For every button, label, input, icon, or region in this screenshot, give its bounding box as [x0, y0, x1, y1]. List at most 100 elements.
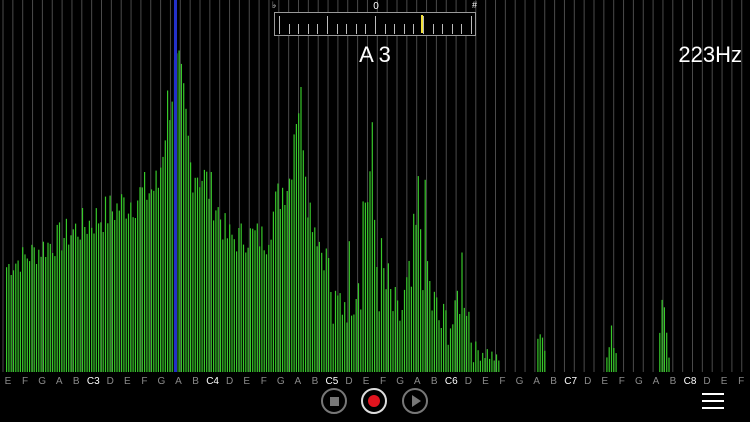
- spectrum-bar: [371, 122, 373, 372]
- spectrum-bar: [659, 332, 661, 372]
- spectrum-bar: [348, 241, 350, 372]
- stop-icon: [329, 396, 339, 406]
- spectrum-bar: [164, 140, 166, 372]
- record-button[interactable]: [361, 388, 387, 414]
- tuner-tick: [413, 24, 415, 34]
- spectrum-bar: [429, 281, 431, 372]
- spectrum-bar: [663, 307, 665, 372]
- spectrum-bar: [199, 187, 201, 372]
- spectrum-bar: [38, 249, 40, 372]
- spectrum-bar: [272, 211, 274, 372]
- spectrum-bar: [88, 220, 90, 372]
- spectrum-bar: [270, 239, 272, 372]
- spectrum-bar: [104, 196, 107, 372]
- spectrum-bar: [666, 332, 668, 372]
- spectrum-bar: [311, 232, 314, 372]
- spectrum-bar: [449, 328, 452, 372]
- spectrum-bar: [45, 257, 47, 372]
- spectrum-bar: [208, 198, 210, 372]
- spectrum-bar: [355, 299, 357, 372]
- spectrum-bar: [229, 224, 231, 372]
- spectrum-bar: [445, 310, 447, 372]
- spectrum-bar: [489, 358, 491, 372]
- spectrum-bar: [364, 202, 366, 372]
- spectrum-bar: [24, 254, 26, 372]
- tuner-tick: [346, 24, 348, 34]
- spectrum-bar: [171, 101, 173, 372]
- spectrum-bar: [541, 337, 544, 372]
- spectrum-bar: [49, 243, 51, 372]
- spectrum-bar: [194, 177, 196, 372]
- spectrum-bar: [245, 252, 247, 372]
- stop-button[interactable]: [321, 388, 347, 414]
- menu-button[interactable]: [702, 393, 724, 411]
- spectrum-bar: [98, 223, 100, 372]
- spectrum-bar: [134, 218, 136, 372]
- spectrum-bar: [58, 222, 61, 372]
- spectrum-bar: [222, 239, 224, 372]
- spectrum-bar: [403, 289, 406, 372]
- spectrum-bar: [286, 191, 288, 372]
- spectrum-bar: [438, 320, 440, 372]
- tuner-tick: [288, 24, 290, 34]
- spectrum-bar: [118, 210, 120, 372]
- spectrum-bar: [291, 179, 293, 372]
- spectrum-bar: [238, 228, 240, 372]
- spectrum-bar: [185, 108, 187, 373]
- spectrum-bar: [284, 205, 286, 372]
- tuner-tick: [375, 16, 376, 34]
- spectrum-bar: [141, 187, 143, 372]
- spectrum-bar: [413, 213, 415, 372]
- spectrum-bar: [160, 167, 162, 372]
- spectrum-bar: [334, 290, 337, 372]
- spectrum-bar: [178, 50, 180, 372]
- spectrum-bar: [180, 63, 182, 373]
- spectrum-bar: [615, 353, 617, 372]
- spectrum-bar: [107, 223, 109, 372]
- spectrum-bar: [314, 227, 316, 372]
- spectrum-bar: [275, 191, 277, 372]
- spectrum-bar: [114, 220, 116, 372]
- spectrum-bar: [183, 83, 185, 372]
- spectrum-bar: [201, 180, 203, 372]
- spectrum-bar: [539, 334, 541, 372]
- spectrum-bar: [367, 202, 369, 372]
- spectrum-bar: [385, 289, 387, 372]
- tuner-tick: [471, 16, 472, 34]
- spectrum-bar: [383, 268, 385, 372]
- spectrum-bar: [215, 210, 217, 372]
- spectrum-bar: [84, 227, 86, 372]
- spectrum-bar: [61, 250, 63, 372]
- spectrum-bar: [309, 202, 311, 372]
- spectrum-bar: [300, 87, 302, 372]
- spectrum-bar: [420, 229, 422, 372]
- flat-symbol: ♭: [272, 0, 277, 10]
- tuner-tick: [442, 24, 444, 34]
- spectrum-bar: [337, 295, 339, 372]
- spectrum-bar: [378, 311, 380, 372]
- spectrum-bar: [461, 252, 463, 372]
- tuner-zero-label: 0: [373, 1, 379, 12]
- spectrum-bar: [93, 233, 95, 372]
- spectrum-bar: [387, 263, 389, 372]
- spectrum-bar: [390, 289, 392, 372]
- spectrum-bar: [77, 236, 79, 372]
- peak-marker: [174, 0, 177, 372]
- play-button[interactable]: [402, 388, 428, 414]
- tuner-tick: [394, 24, 396, 34]
- spectrum-bar: [79, 239, 81, 372]
- spectrum-bar: [456, 290, 458, 372]
- spectrum-bar: [167, 90, 169, 372]
- spectrum-bar: [29, 261, 31, 372]
- spectrum-bar: [68, 244, 70, 372]
- spectrum-bar: [608, 347, 610, 372]
- spectrum-bar: [10, 275, 12, 372]
- spectrum-bar: [31, 244, 33, 372]
- spectrum-bar: [410, 286, 412, 372]
- play-icon: [412, 395, 421, 407]
- spectrum-bar: [226, 238, 228, 372]
- spectrum-bar: [277, 183, 279, 372]
- spectrum-bar: [219, 219, 222, 372]
- spectrum-bar: [155, 170, 157, 372]
- spectrum-bar: [399, 320, 401, 372]
